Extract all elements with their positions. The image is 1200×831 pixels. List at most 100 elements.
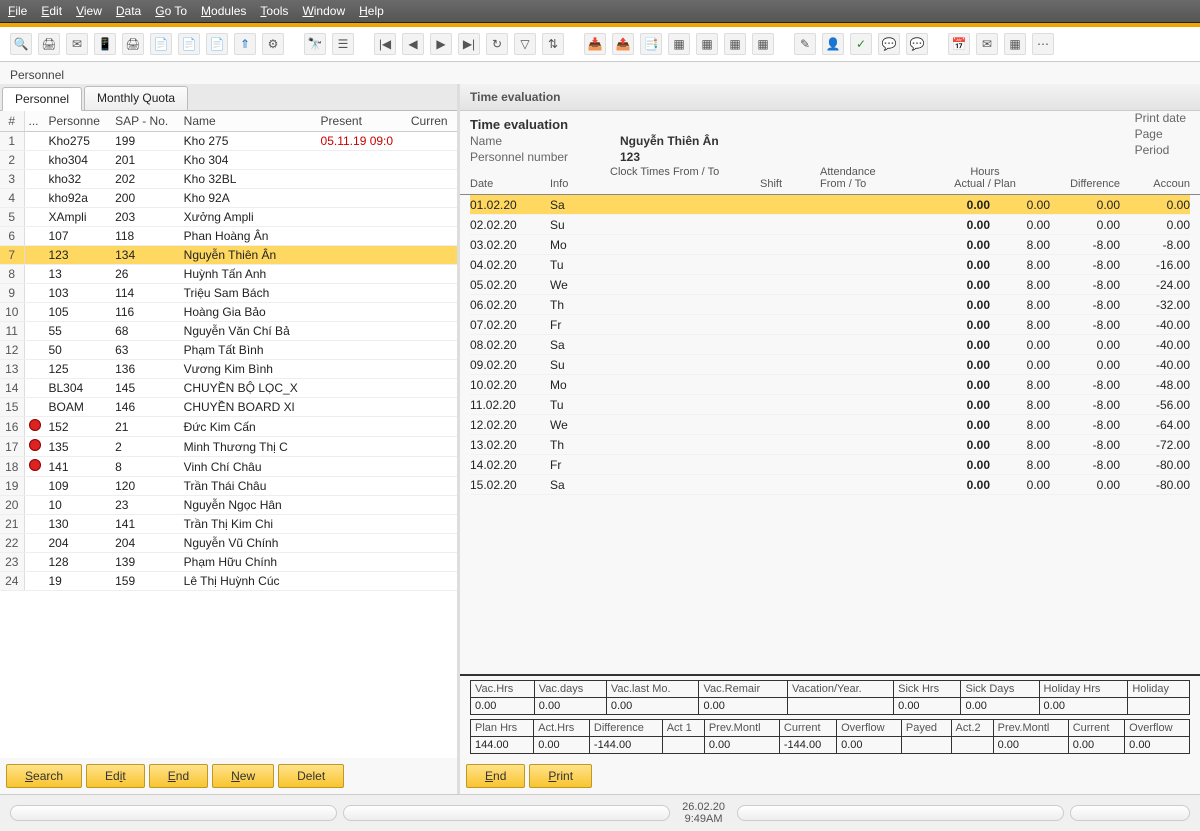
sheet4-icon[interactable]: ▦ (752, 33, 774, 55)
table-row[interactable]: 15BOAM146CHUYỀN BOARD Xl (0, 398, 457, 417)
end-button-right[interactable]: End (466, 764, 525, 788)
first-icon[interactable]: |◀ (374, 33, 396, 55)
table-row[interactable]: 10105116Hoàng Gia Bảo (0, 303, 457, 322)
table-row[interactable]: 3kho32202Kho 32BL (0, 170, 457, 189)
table-row[interactable]: 125063Phạm Tất Bình (0, 341, 457, 360)
table-row[interactable]: 9103114Triệu Sam Bách (0, 284, 457, 303)
col-present[interactable]: Present (317, 111, 407, 132)
table-row[interactable]: 2kho304201Kho 304 (0, 151, 457, 170)
personnel-grid[interactable]: # ... Personne SAP - No. Name Present Cu… (0, 110, 457, 758)
new-button[interactable]: New (212, 764, 274, 788)
calendar-icon[interactable]: 📅 (948, 33, 970, 55)
col-num[interactable]: # (0, 111, 24, 132)
menu-view[interactable]: View (76, 4, 102, 18)
table-row[interactable]: 1615221Đức Kim Cấn (0, 417, 457, 437)
sheet2-icon[interactable]: ▦ (696, 33, 718, 55)
table-row[interactable]: 14BL304145CHUYỀN BỘ LỌC_X (0, 379, 457, 398)
end-button[interactable]: End (149, 764, 208, 788)
grid-icon[interactable]: ▦ (1004, 33, 1026, 55)
eval-row[interactable]: 03.02.20Mo0.008.00-8.00-8.00 (470, 235, 1190, 255)
check-icon[interactable]: ✓ (850, 33, 872, 55)
doc1-icon[interactable]: 📄 (150, 33, 172, 55)
menu-goto[interactable]: Go To (155, 4, 187, 18)
tab-personnel[interactable]: Personnel (2, 87, 82, 111)
eval-row[interactable]: 07.02.20Fr0.008.00-8.00-40.00 (470, 315, 1190, 335)
eval-row[interactable]: 11.02.20Tu0.008.00-8.00-56.00 (470, 395, 1190, 415)
col-name[interactable]: Name (180, 111, 317, 132)
table-row[interactable]: 2419159Lê Thị Huỳnh Cúc (0, 572, 457, 591)
edit-icon[interactable]: ✎ (794, 33, 816, 55)
report-icon[interactable]: 📑 (640, 33, 662, 55)
settings-icon[interactable]: ⚙ (262, 33, 284, 55)
mail-icon[interactable]: ✉ (66, 33, 88, 55)
table-row[interactable]: 201023Nguyễn Ngọc Hân (0, 496, 457, 515)
table-row[interactable]: 5XAmpli203Xưởng Ampli (0, 208, 457, 227)
eval-row[interactable]: 09.02.20Su0.000.000.00-40.00 (470, 355, 1190, 375)
col-current[interactable]: Curren (407, 111, 457, 132)
table-row[interactable]: 181418Vinh Chí Châu (0, 457, 457, 477)
eval-row[interactable]: 12.02.20We0.008.00-8.00-64.00 (470, 415, 1190, 435)
table-row[interactable]: 81326Huỳnh Tấn Anh (0, 265, 457, 284)
eval-rows[interactable]: 01.02.20Sa0.000.000.000.0002.02.20Su0.00… (460, 195, 1200, 674)
eval-row[interactable]: 04.02.20Tu0.008.00-8.00-16.00 (470, 255, 1190, 275)
edit-button[interactable]: Edit (86, 764, 145, 788)
import-icon[interactable]: 📥 (584, 33, 606, 55)
table-row[interactable]: 22204204Nguyễn Vũ Chính (0, 534, 457, 553)
table-row[interactable]: 115568Nguyễn Văn Chí Bả (0, 322, 457, 341)
comment-icon[interactable]: 💬 (878, 33, 900, 55)
table-row[interactable]: 7123134Nguyễn Thiên Ân (0, 246, 457, 265)
print-icon[interactable]: 🖨 (38, 33, 60, 55)
table-row[interactable]: 1Kho275199Kho 27505.11.19 09:0 (0, 132, 457, 151)
doc2-icon[interactable]: 📄 (178, 33, 200, 55)
table-row[interactable]: 171352Minh Thương Thị C (0, 437, 457, 457)
tab-monthly-quota[interactable]: Monthly Quota (84, 86, 188, 110)
menu-edit[interactable]: Edit (41, 4, 62, 18)
menu-data[interactable]: Data (116, 4, 141, 18)
user-icon[interactable]: 👤 (822, 33, 844, 55)
eval-row[interactable]: 02.02.20Su0.000.000.000.00 (470, 215, 1190, 235)
table-row[interactable]: 19109120Trần Thái Châu (0, 477, 457, 496)
sheet3-icon[interactable]: ▦ (724, 33, 746, 55)
menu-file[interactable]: File (8, 4, 27, 18)
menu-window[interactable]: Window (302, 4, 345, 18)
binoculars-icon[interactable]: 🔭 (304, 33, 326, 55)
printer2-icon[interactable]: 🖨 (122, 33, 144, 55)
last-icon[interactable]: ▶| (458, 33, 480, 55)
table-row[interactable]: 6107118Phan Hoàng Ân (0, 227, 457, 246)
eval-row[interactable]: 08.02.20Sa0.000.000.00-40.00 (470, 335, 1190, 355)
eval-row[interactable]: 01.02.20Sa0.000.000.000.00 (470, 195, 1190, 215)
search-button[interactable]: Search (6, 764, 82, 788)
col-marker[interactable]: ... (24, 111, 45, 132)
mobile-icon[interactable]: 📱 (94, 33, 116, 55)
export-icon[interactable]: 📤 (612, 33, 634, 55)
sheet-icon[interactable]: ▦ (668, 33, 690, 55)
delete-button[interactable]: Delet (278, 764, 344, 788)
list-icon[interactable]: ☰ (332, 33, 354, 55)
eval-row[interactable]: 15.02.20Sa0.000.000.00-80.00 (470, 475, 1190, 495)
next-icon[interactable]: ▶ (430, 33, 452, 55)
table-row[interactable]: 23128139Phạm Hữu Chính (0, 553, 457, 572)
eval-row[interactable]: 10.02.20Mo0.008.00-8.00-48.00 (470, 375, 1190, 395)
doc3-icon[interactable]: 📄 (206, 33, 228, 55)
more-icon[interactable]: ⋯ (1032, 33, 1054, 55)
preview-icon[interactable]: 🔍 (10, 33, 32, 55)
eval-row[interactable]: 13.02.20Th0.008.00-8.00-72.00 (470, 435, 1190, 455)
print-button[interactable]: Print (529, 764, 592, 788)
table-row[interactable]: 13125136Vương Kim Bình (0, 360, 457, 379)
mailx-icon[interactable]: ✉ (976, 33, 998, 55)
col-personnel[interactable]: Personne (45, 111, 112, 132)
menu-modules[interactable]: Modules (201, 4, 246, 18)
table-row[interactable]: 21130141Trần Thị Kim Chi (0, 515, 457, 534)
table-row[interactable]: 4kho92a200Kho 92A (0, 189, 457, 208)
filter-icon[interactable]: ▽ (514, 33, 536, 55)
eval-row[interactable]: 14.02.20Fr0.008.00-8.00-80.00 (470, 455, 1190, 475)
eval-row[interactable]: 06.02.20Th0.008.00-8.00-32.00 (470, 295, 1190, 315)
comment2-icon[interactable]: 💬 (906, 33, 928, 55)
prev-icon[interactable]: ◀ (402, 33, 424, 55)
upload-icon[interactable]: ⇑ (234, 33, 256, 55)
menu-tools[interactable]: Tools (260, 4, 288, 18)
col-sap[interactable]: SAP - No. (111, 111, 180, 132)
refresh-icon[interactable]: ↻ (486, 33, 508, 55)
menu-help[interactable]: Help (359, 4, 384, 18)
sort-icon[interactable]: ⇅ (542, 33, 564, 55)
